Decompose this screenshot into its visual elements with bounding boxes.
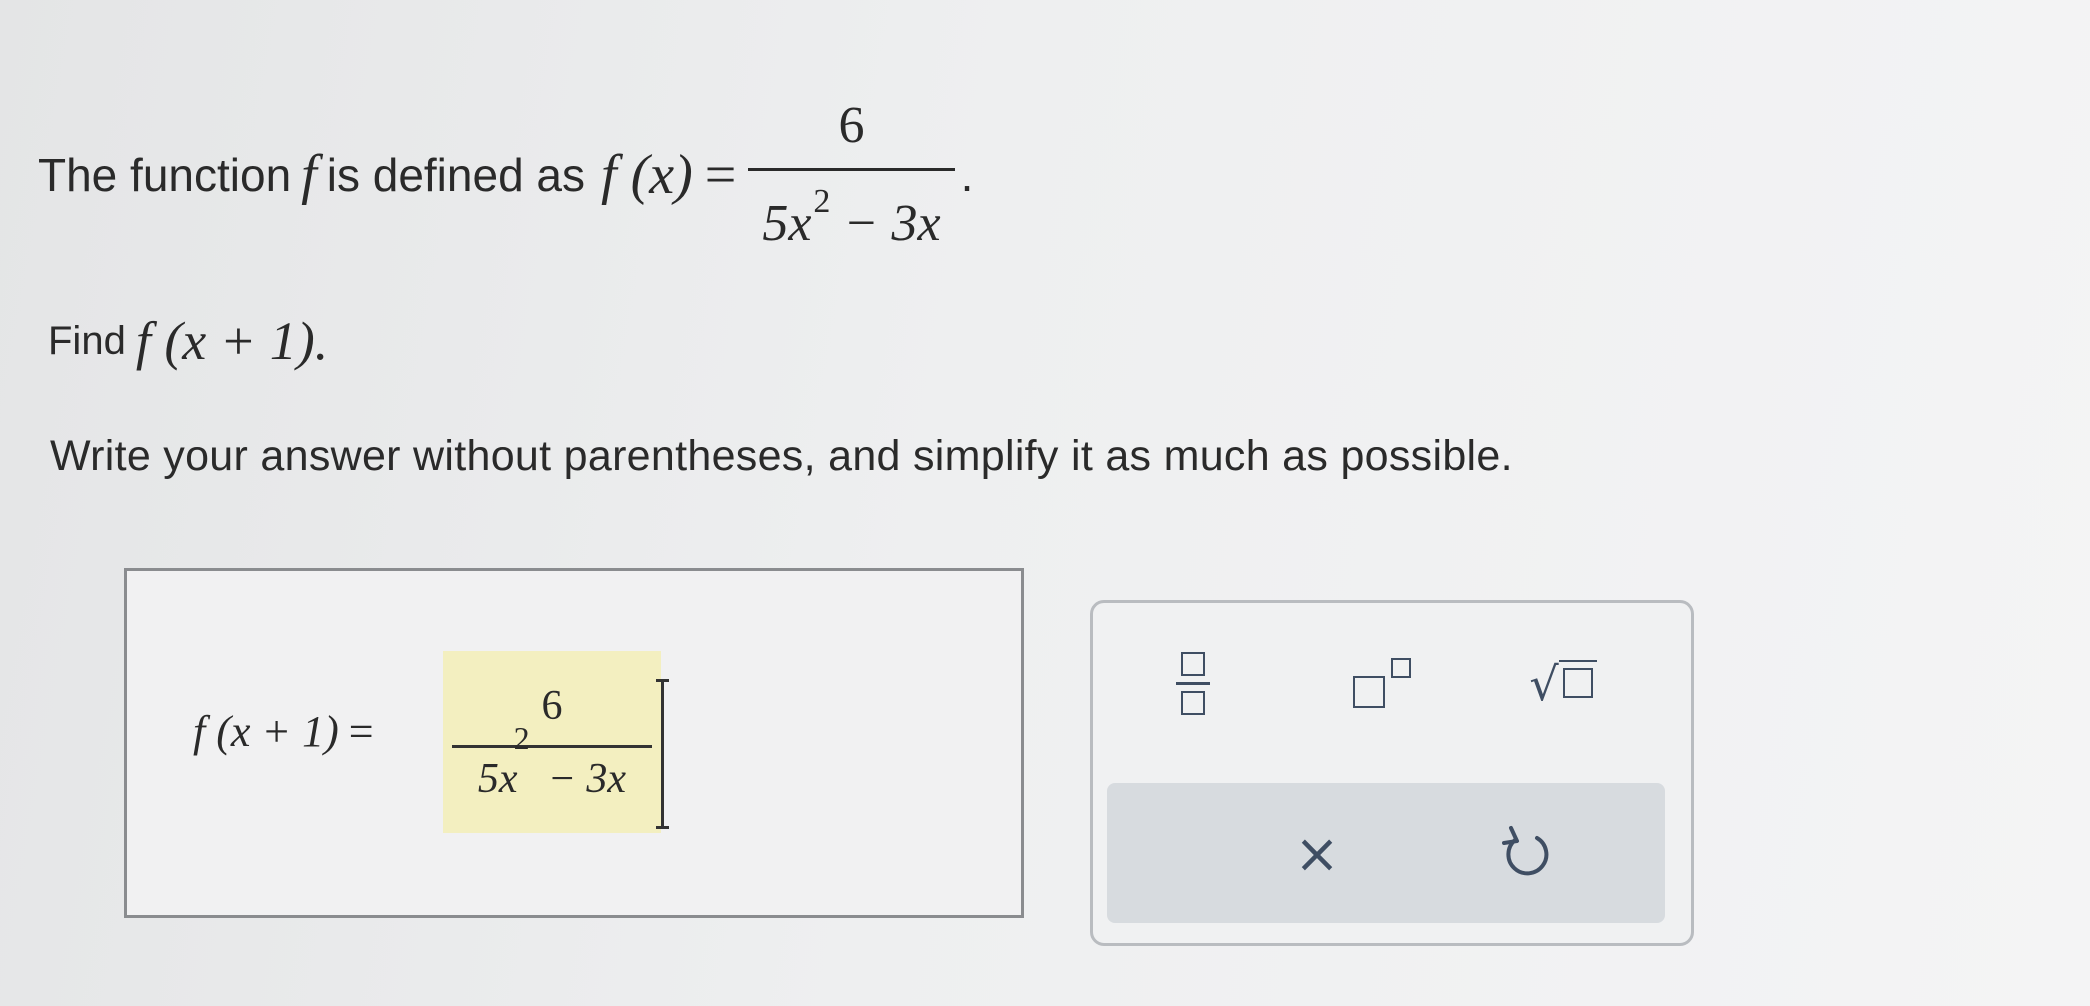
function-definition: f (x) = 6 5x2 − 3x bbox=[601, 100, 955, 250]
fx-label: f (x) bbox=[601, 144, 693, 206]
answer-box: f (x + 1) = 6 5x 2− 3x bbox=[124, 568, 1024, 918]
intro-text: The function bbox=[38, 149, 292, 201]
answer-denominator[interactable]: 5x 2− 3x bbox=[478, 722, 626, 800]
square-root-button[interactable]: √ bbox=[1503, 633, 1623, 733]
find-prompt: Find f (x + 1). bbox=[48, 310, 328, 372]
exponent-button[interactable] bbox=[1323, 633, 1443, 733]
find-text: Find bbox=[48, 318, 126, 363]
period: . bbox=[960, 149, 974, 201]
function-symbol: f bbox=[301, 144, 317, 206]
problem-statement: The function f is defined as f (x) = 6 5… bbox=[38, 80, 973, 270]
instruction-text: Write your answer without parentheses, a… bbox=[50, 432, 1513, 480]
undo-button[interactable] bbox=[1467, 803, 1587, 903]
equals-sign: = bbox=[704, 144, 737, 206]
answer-fraction-bar bbox=[452, 744, 652, 748]
clear-button[interactable]: × bbox=[1257, 803, 1377, 903]
undo-icon bbox=[1502, 826, 1549, 876]
square-root-icon: √ bbox=[1529, 659, 1597, 707]
answer-input[interactable]: 6 5x 2− 3x bbox=[443, 651, 661, 833]
definition-fraction: 6 5x2 − 3x bbox=[748, 97, 955, 252]
fraction-button[interactable] bbox=[1133, 633, 1253, 733]
math-toolbar: √ × bbox=[1090, 600, 1694, 946]
find-expression: f (x + 1). bbox=[135, 311, 329, 371]
fraction-bar bbox=[748, 168, 955, 171]
text-cursor bbox=[656, 679, 669, 829]
fraction-icon bbox=[1176, 651, 1210, 715]
answer-label-expr: f (x + 1) bbox=[193, 707, 339, 756]
exponent-icon bbox=[1353, 658, 1413, 708]
clear-icon: × bbox=[1294, 821, 1340, 885]
action-bar: × bbox=[1107, 783, 1665, 923]
answer-label: f (x + 1) = bbox=[193, 706, 374, 757]
answer-equals: = bbox=[348, 707, 374, 756]
fraction-denominator: 5x2 − 3x bbox=[762, 183, 941, 252]
defined-text: is defined as bbox=[326, 149, 586, 201]
answer-numerator[interactable]: 6 bbox=[542, 685, 563, 727]
fraction-numerator: 6 bbox=[838, 97, 865, 154]
